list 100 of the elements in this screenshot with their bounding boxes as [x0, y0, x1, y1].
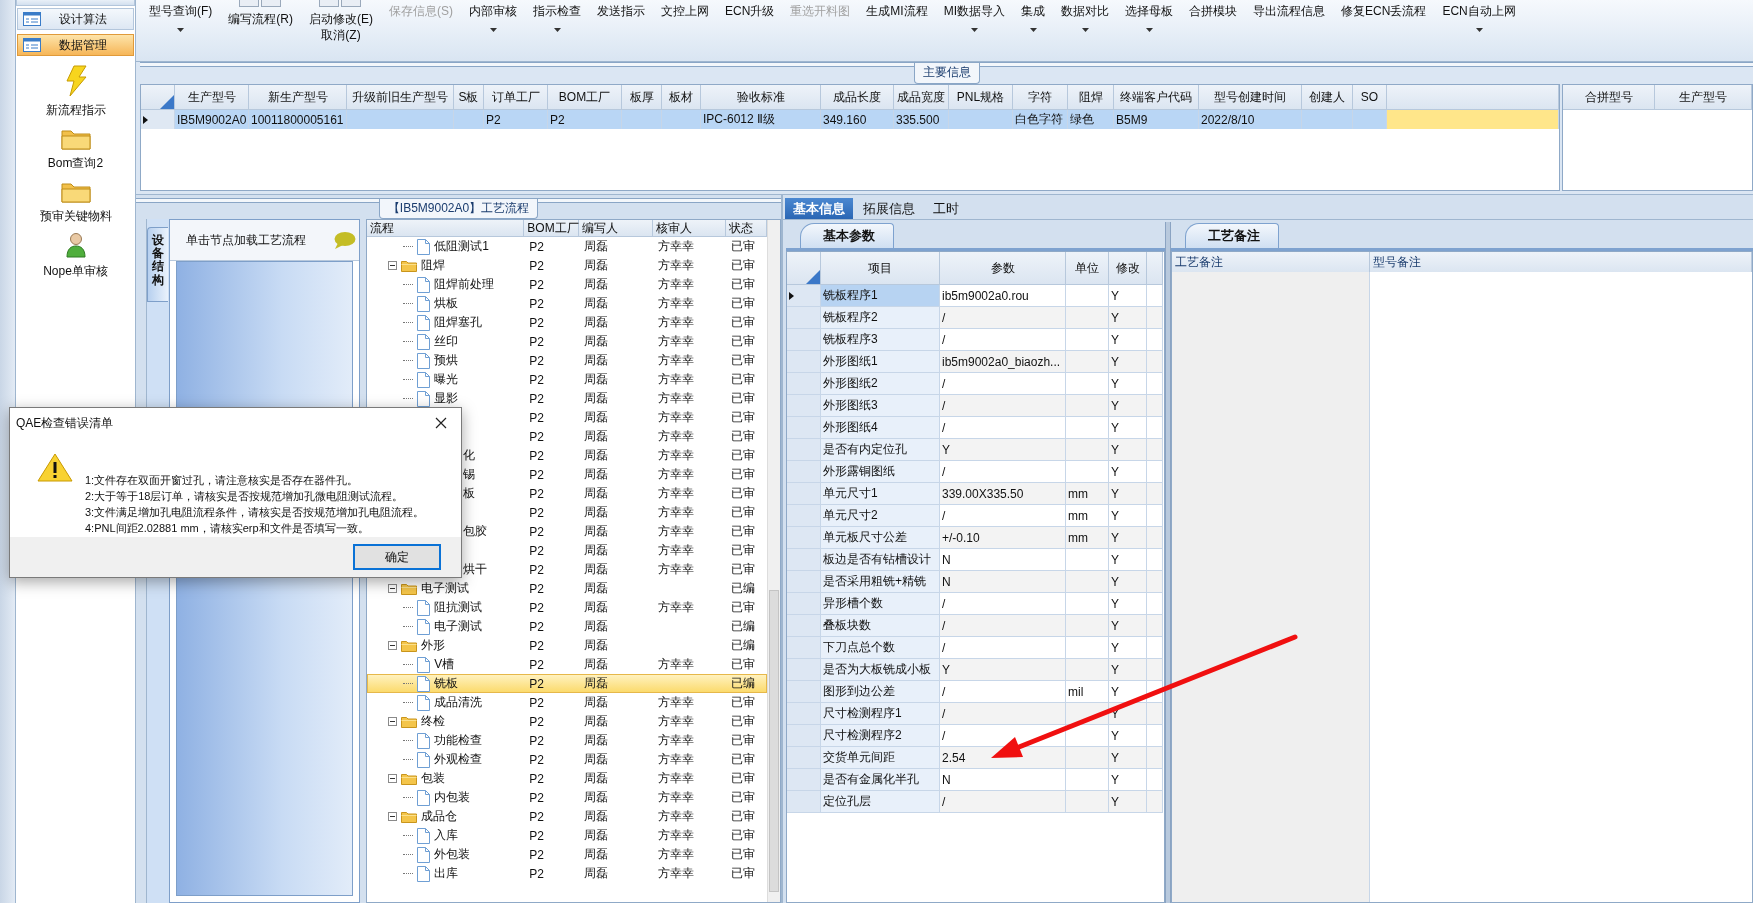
toolbar-button[interactable]: 内部审核	[462, 0, 524, 32]
column-header[interactable]: 订单工厂	[484, 85, 548, 110]
tab[interactable]: 基本信息	[785, 198, 853, 219]
tree-row[interactable]: 外包装 P2 周磊 方幸幸 已审	[367, 845, 768, 864]
column-header[interactable]: 字符	[1013, 85, 1068, 110]
column-header[interactable]: 工艺备注	[1172, 252, 1370, 272]
column-header[interactable]: S板	[454, 85, 484, 110]
column-header[interactable]: 生产型号	[1655, 85, 1752, 110]
collapse-icon[interactable]	[388, 812, 398, 821]
tab[interactable]: 基本参数	[800, 223, 894, 248]
column-header[interactable]: 终端客户代码	[1114, 85, 1199, 110]
column-header[interactable]: 合拼型号	[1563, 85, 1655, 110]
tree-row[interactable]: 成品清洗 P2 周磊 方幸幸 已审	[367, 693, 768, 712]
message-line: 1:文件存在双面开窗过孔，请注意核实是否存在器件孔。	[85, 473, 360, 488]
toolbar-button[interactable]: 选择母板	[1118, 0, 1181, 32]
tree-row[interactable]: 出库 P2 周磊 方幸幸 已审	[367, 864, 768, 883]
toolbar-button[interactable]: 型号查询(F)	[142, 0, 220, 32]
collapse-icon[interactable]	[388, 261, 398, 270]
column-header[interactable]: 板厚	[622, 85, 662, 110]
shortcut-button[interactable]: Bom查询2	[16, 126, 135, 172]
tab[interactable]: 工时	[925, 198, 967, 219]
toolbar-button[interactable]: ECN升级	[718, 0, 782, 19]
column-header[interactable]: PNL规格	[949, 85, 1013, 110]
side-tab[interactable]: 设备结构	[147, 227, 168, 302]
table-cell: /	[940, 307, 1066, 329]
collapse-icon[interactable]	[388, 641, 398, 650]
shortcut-button[interactable]: Nope单审核	[16, 232, 135, 280]
toolbar-button[interactable]: 数据对比	[1054, 0, 1117, 32]
tree-row[interactable]: 低阻测试1 P2 周磊 方幸幸 已审	[367, 237, 768, 256]
row-header[interactable]	[787, 285, 821, 307]
tree-row[interactable]: 电子测试 P2 周磊 已编	[367, 617, 768, 636]
tree-row[interactable]: 阻抗测试 P2 周磊 方幸幸 已审	[367, 598, 768, 617]
collapse-icon[interactable]	[388, 774, 398, 783]
tree-row[interactable]: V槽 P2 周磊 方幸幸 已审	[367, 655, 768, 674]
toolbar-button[interactable]: 文控上网	[654, 0, 716, 19]
column-header[interactable]: 流程	[367, 220, 525, 237]
tree-row[interactable]: 终检 P2 周磊 方幸幸 已审	[367, 712, 768, 731]
collapse-icon[interactable]	[388, 717, 398, 726]
column-header[interactable]: 生产型号	[175, 85, 249, 110]
column-header[interactable]: 状态	[726, 220, 768, 237]
toolbar-button[interactable]: 生成MI流程	[859, 0, 935, 19]
toolbar-button[interactable]: 发送指示	[590, 0, 652, 19]
column-header[interactable]: 板材	[662, 85, 701, 110]
toolbar-button[interactable]: ECN自动上网	[1435, 0, 1523, 32]
column-header[interactable]: BOM工厂	[524, 220, 580, 237]
column-header[interactable]: 修改	[1109, 252, 1147, 285]
tree-row[interactable]: 阻焊 P2 周磊 方幸幸 已审	[367, 256, 768, 275]
tree-label: 包装	[421, 770, 446, 787]
column-header[interactable]: 成品宽度	[894, 85, 949, 110]
shortcut-button[interactable]: 新流程指示	[16, 65, 135, 119]
column-header[interactable]: 单位	[1066, 252, 1109, 285]
tree-row[interactable]: 预烘 P2 周磊 方幸幸 已审	[367, 351, 768, 370]
table-cell: +/-0.10	[940, 527, 1066, 549]
toolbar-button[interactable]: 启动修改(E) 取消(Z)	[302, 0, 380, 43]
nav-item[interactable]: 设计算法	[17, 8, 134, 30]
column-header[interactable]: 项目	[821, 252, 940, 285]
shortcut-button[interactable]: 预审关键物料	[16, 179, 135, 225]
tree-row[interactable]: 外观检查 P2 周磊 方幸幸 已审	[367, 750, 768, 769]
column-header[interactable]: 升级前旧生产型号	[347, 85, 454, 110]
toolbar-button[interactable]: 编写流程(R)	[221, 0, 300, 27]
table-cell-text: 已审	[730, 504, 757, 521]
tree-row[interactable]: 显影 P2 周磊 方幸幸 已审	[367, 389, 768, 408]
column-header[interactable]: 型号创建时间	[1199, 85, 1302, 110]
scrollbar-thumb[interactable]	[769, 590, 779, 892]
toolbar-button[interactable]: 导出流程信息	[1246, 0, 1333, 19]
tree-row[interactable]: 烘板 P2 周磊 方幸幸 已审	[367, 294, 768, 313]
toolbar-button[interactable]: 集成	[1014, 0, 1053, 32]
table-cell-text: 已审	[730, 485, 757, 502]
column-header[interactable]: 阻焊	[1068, 85, 1114, 110]
tree-row[interactable]: 内包装 P2 周磊 方幸幸 已审	[367, 788, 768, 807]
tree-row[interactable]: 外形 P2 周磊 已编	[367, 636, 768, 655]
column-header[interactable]: 型号备注	[1370, 252, 1752, 272]
column-header[interactable]: 核审人	[653, 220, 727, 237]
nav-item[interactable]: 数据管理	[17, 34, 134, 56]
column-header[interactable]: BOM工厂	[548, 85, 622, 110]
column-header[interactable]: 验收标准	[701, 85, 821, 110]
toolbar-button[interactable]: MI数据导入	[936, 0, 1013, 32]
column-header[interactable]: 编写人	[579, 220, 654, 237]
tree-row[interactable]: 丝印 P2 周磊 方幸幸 已审	[367, 332, 768, 351]
column-header[interactable]: 新生产型号	[249, 85, 347, 110]
tree-row[interactable]: 功能检查 P2 周磊 方幸幸 已审	[367, 731, 768, 750]
column-header[interactable]: 参数	[940, 252, 1066, 285]
collapse-icon[interactable]	[388, 584, 398, 593]
tree-row[interactable]: 入库 P2 周磊 方幸幸 已审	[367, 826, 768, 845]
column-header[interactable]: 成品长度	[821, 85, 894, 110]
tree-row[interactable]: 曝光 P2 周磊 方幸幸 已审	[367, 370, 768, 389]
toolbar-button[interactable]: 合拼模块	[1182, 0, 1245, 19]
tree-row[interactable]: 包装 P2 周磊 方幸幸 已审	[367, 769, 768, 788]
column-header[interactable]: SO	[1353, 85, 1387, 110]
column-header[interactable]: 创建人	[1302, 85, 1353, 110]
tree-row[interactable]: 电子测试 P2 周磊 已编	[367, 579, 768, 598]
toolbar-button[interactable]: 指示检查	[526, 0, 588, 32]
tree-row[interactable]: 阻焊塞孔 P2 周磊 方幸幸 已审	[367, 313, 768, 332]
tree-row[interactable]: 铣板 P2 周磊 已编	[367, 674, 768, 693]
tab[interactable]: 拓展信息	[855, 198, 923, 219]
toolbar-button[interactable]: 修复ECN丢流程	[1334, 0, 1434, 19]
tree-row[interactable]: 阻焊前处理 P2 周磊 方幸幸 已审	[367, 275, 768, 294]
ok-button[interactable]: 确定	[353, 544, 441, 570]
tree-row[interactable]: 成品仓 P2 周磊 方幸幸 已审	[367, 807, 768, 826]
tab[interactable]: 工艺备注	[1185, 223, 1279, 248]
